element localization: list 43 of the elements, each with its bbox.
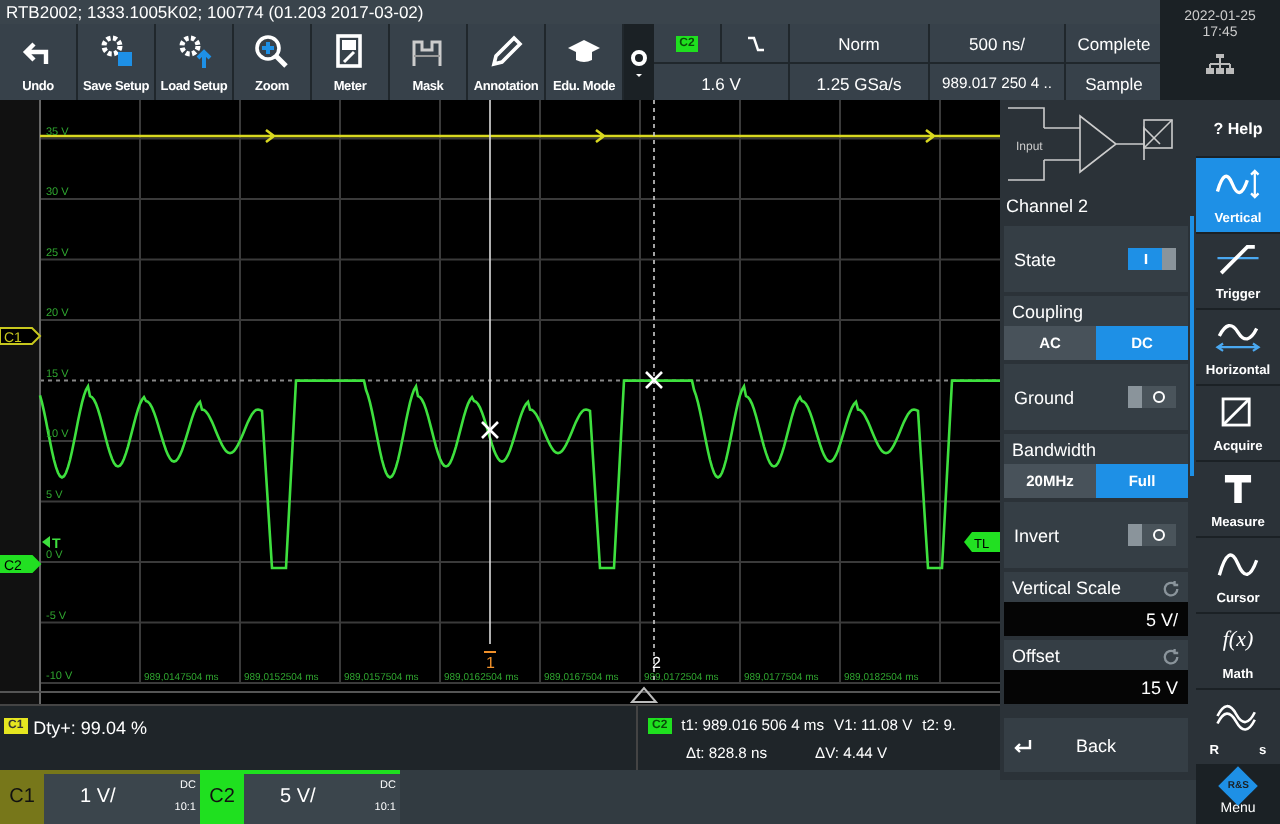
falling-edge-icon bbox=[745, 33, 765, 53]
crosshair-icon bbox=[480, 420, 500, 440]
cursor-marker[interactable]: 2 bbox=[652, 654, 661, 672]
settings-button[interactable] bbox=[624, 24, 654, 100]
sample-rate: 1.25 GSa/s bbox=[790, 64, 928, 102]
zoom-icon bbox=[252, 32, 292, 72]
toggle-switch[interactable] bbox=[1128, 524, 1176, 546]
back-button[interactable]: Back bbox=[1004, 718, 1188, 772]
cursor-line[interactable] bbox=[653, 100, 655, 681]
reset-icon[interactable] bbox=[1162, 579, 1180, 597]
measurement-result: Dty+: 99.04 % bbox=[33, 718, 147, 738]
setting-label: Bandwidth bbox=[1012, 440, 1097, 460]
crosshair-icon bbox=[644, 370, 664, 390]
setting-label: Coupling bbox=[1012, 302, 1084, 322]
toggle-switch[interactable] bbox=[1128, 248, 1176, 270]
setting-label: State bbox=[1014, 249, 1057, 269]
return-arrow-icon bbox=[1012, 737, 1032, 753]
acquisition-status: Complete bbox=[1066, 24, 1162, 62]
value-field[interactable]: 5 V/ bbox=[1004, 602, 1188, 636]
pencil-icon bbox=[486, 32, 526, 72]
trigger-mode[interactable]: Norm bbox=[790, 24, 928, 62]
time-scale[interactable]: 500 ns/ bbox=[930, 24, 1064, 62]
gear-floppy-icon bbox=[96, 32, 136, 72]
network-icon bbox=[1206, 54, 1234, 74]
channel-scale: 5 V/ bbox=[278, 784, 318, 812]
channel-label: C1 bbox=[0, 770, 44, 824]
toggle-switch[interactable] bbox=[1128, 386, 1176, 408]
acquisition-mode[interactable]: Sample bbox=[1066, 64, 1162, 102]
triangle-icon bbox=[629, 686, 659, 703]
setting-label: Invert bbox=[1014, 525, 1060, 545]
channel-label: C2 bbox=[200, 770, 244, 824]
setting-label: Ground bbox=[1014, 387, 1075, 407]
channel-scale: 1 V/ bbox=[78, 784, 118, 812]
window-title: RTB2002; 1333.1005K02; 100774 (01.203 2017-03-02) bbox=[0, 0, 1160, 24]
setting-label: Offset bbox=[1012, 646, 1060, 666]
gear-upload-icon bbox=[174, 32, 214, 72]
reset-icon[interactable] bbox=[1162, 647, 1180, 665]
trigger-level[interactable]: 1.6 V bbox=[654, 64, 788, 102]
scrollbar[interactable] bbox=[1190, 216, 1194, 476]
value-field[interactable]: 15 V bbox=[1004, 670, 1188, 704]
panel-title: Channel 2 bbox=[1004, 196, 1091, 220]
help-button[interactable]: ? Help bbox=[1196, 100, 1280, 156]
setting-label: Vertical Scale bbox=[1012, 578, 1122, 598]
